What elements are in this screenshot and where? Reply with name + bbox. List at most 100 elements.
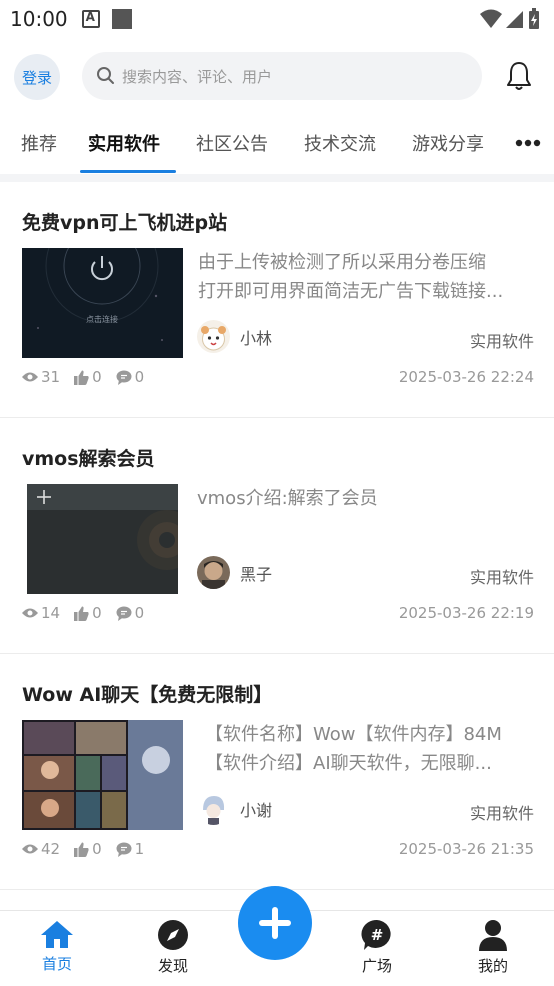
signal-icon (506, 11, 523, 28)
tab-recommend[interactable]: 推荐 (21, 130, 57, 156)
post-card[interactable]: Wow AI聊天【免费无限制】 【软件名称】Wow【软件内存】84M 【软件介绍… (0, 654, 554, 890)
likes-count: 0 (92, 368, 102, 386)
post-category[interactable]: 实用软件 (470, 564, 534, 588)
post-author[interactable]: 小谢 (197, 792, 272, 825)
search-icon (97, 67, 114, 84)
top-bar: 登录 搜索内容、评论、用户 (0, 44, 554, 108)
post-time: 2025-03-26 21:35 (398, 840, 534, 858)
post-title[interactable]: Wow AI聊天【免费无限制】 (22, 680, 272, 707)
search-placeholder: 搜索内容、评论、用户 (122, 67, 273, 86)
post-category[interactable]: 实用软件 (470, 328, 534, 352)
eye-icon (22, 608, 38, 618)
post-card[interactable]: vmos解索会员 vmos介绍:解索了会员 黑子 实用软件 14 0 0 202… (0, 418, 554, 654)
comments-count: 0 (134, 368, 145, 386)
hashtag-icon: # (361, 919, 391, 950)
comments-stat[interactable]: 1 (116, 840, 145, 858)
post-time: 2025-03-26 22:19 (398, 604, 534, 622)
thumbs-up-icon (74, 606, 89, 621)
post-author[interactable]: 黑子 (197, 556, 272, 589)
author-name: 黑子 (240, 564, 273, 584)
post-time: 2025-03-26 22:24 (398, 368, 534, 386)
comment-icon (116, 842, 132, 857)
post-excerpt: 由于上传被检测了所以采用分卷压缩 打开即可用界面简洁无广告下载链接... (198, 248, 532, 306)
thumb-caption: 点击连接 (86, 314, 118, 324)
comment-icon (116, 370, 132, 385)
post-excerpt: vmos介绍:解索了会员 (197, 484, 531, 513)
likes-count: 0 (92, 840, 102, 858)
likes-stat[interactable]: 0 (74, 840, 102, 858)
excerpt-line: vmos介绍:解索了会员 (197, 488, 378, 509)
login-button[interactable]: 登录 (14, 54, 60, 100)
post-thumbnail[interactable] (27, 484, 178, 594)
plus-icon (259, 907, 291, 939)
avatar[interactable] (197, 320, 230, 353)
comments-count: 0 (134, 604, 145, 622)
nav-label: 发现 (157, 957, 188, 975)
compass-icon (158, 920, 188, 950)
excerpt-line: 【软件名称】Wow【软件内存】84M (205, 724, 502, 745)
user-icon (479, 920, 507, 951)
views-stat: 14 (22, 604, 60, 622)
excerpt-line: 打开即可用界面简洁无广告下载链接... (198, 281, 504, 302)
eye-icon (22, 844, 38, 854)
excerpt-line: 【软件介绍】AI聊天软件，无限聊... (205, 753, 492, 774)
views-count: 14 (41, 604, 61, 622)
thumbs-up-icon (74, 842, 89, 857)
avatar[interactable] (197, 792, 230, 825)
notification-square-icon (111, 9, 132, 29)
active-tab-indicator (80, 170, 176, 173)
category-tabs: 推荐 实用软件 社区公告 技术交流 游戏分享 (0, 116, 554, 174)
section-divider (0, 174, 554, 182)
eye-icon (22, 372, 38, 382)
nav-profile[interactable]: 我的 (463, 919, 523, 976)
battery-icon (529, 8, 539, 29)
wifi-icon (480, 9, 502, 28)
bell-icon[interactable] (504, 60, 534, 92)
post-stats: 14 0 0 (22, 604, 158, 622)
post-thumbnail[interactable]: 点击连接 (22, 248, 183, 358)
nav-square[interactable]: # 广场 (347, 919, 407, 976)
likes-stat[interactable]: 0 (74, 604, 102, 622)
nav-discover[interactable]: 发现 (143, 919, 203, 976)
author-name: 小林 (240, 328, 273, 348)
more-icon[interactable] (515, 138, 541, 148)
post-thumbnail[interactable] (22, 720, 183, 830)
post-card[interactable]: 免费vpn可上飞机进p站 点击连接 由于上传被检测了所以采用分卷压缩 打开即可用… (0, 182, 554, 418)
post-excerpt: 【软件名称】Wow【软件内存】84M 【软件介绍】AI聊天软件，无限聊... (205, 720, 532, 778)
comments-count: 1 (134, 840, 145, 858)
post-category[interactable]: 实用软件 (470, 800, 534, 824)
tab-tech-exchange[interactable]: 技术交流 (304, 130, 376, 156)
comment-icon (116, 606, 132, 621)
views-stat: 31 (22, 368, 60, 386)
likes-count: 0 (92, 604, 102, 622)
nav-label: 广场 (361, 957, 392, 975)
nav-home[interactable]: 首页 (27, 919, 87, 974)
svg-text:#: # (371, 926, 384, 944)
status-bar: 10:00 (0, 0, 554, 38)
post-stats: 42 0 1 (22, 840, 158, 858)
post-stats: 31 0 0 (22, 368, 158, 386)
nav-label: 首页 (41, 955, 72, 973)
home-icon (41, 921, 73, 948)
excerpt-line: 由于上传被检测了所以采用分卷压缩 (198, 252, 486, 273)
post-author[interactable]: 小林 (197, 320, 272, 353)
author-name: 小谢 (240, 800, 273, 820)
post-title[interactable]: 免费vpn可上飞机进p站 (22, 208, 227, 235)
tab-useful-software[interactable]: 实用软件 (88, 130, 160, 156)
tab-game-share[interactable]: 游戏分享 (412, 130, 484, 156)
nav-label: 我的 (477, 957, 508, 975)
comments-stat[interactable]: 0 (116, 604, 145, 622)
views-count: 42 (41, 840, 61, 858)
views-stat: 42 (22, 840, 60, 858)
create-post-button[interactable] (238, 886, 312, 960)
avatar[interactable] (197, 556, 230, 589)
thumbs-up-icon (74, 370, 89, 385)
tab-announcements[interactable]: 社区公告 (196, 130, 268, 156)
post-title[interactable]: vmos解索会员 (22, 444, 155, 471)
notification-a-icon (81, 10, 100, 28)
views-count: 31 (41, 368, 61, 386)
status-time: 10:00 (10, 7, 68, 31)
comments-stat[interactable]: 0 (116, 368, 145, 386)
search-input[interactable]: 搜索内容、评论、用户 (82, 52, 482, 100)
likes-stat[interactable]: 0 (74, 368, 102, 386)
